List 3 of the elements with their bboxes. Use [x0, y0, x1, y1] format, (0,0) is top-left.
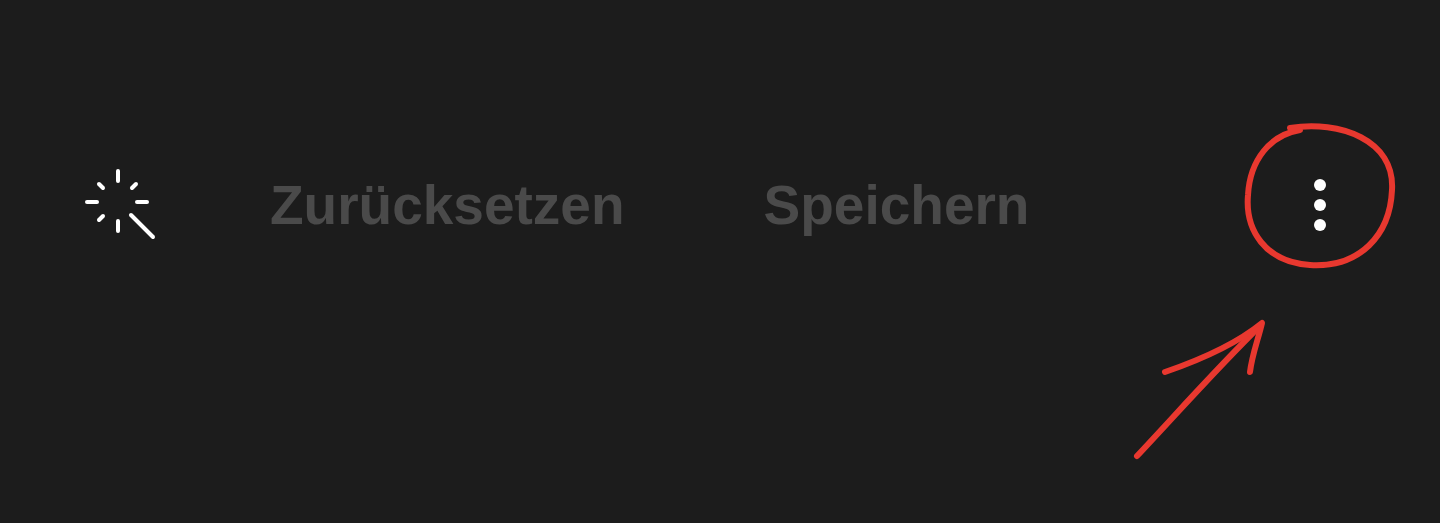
magic-wand-icon	[85, 169, 157, 241]
magic-wand-button[interactable]	[85, 169, 157, 241]
more-icon	[1313, 179, 1327, 231]
